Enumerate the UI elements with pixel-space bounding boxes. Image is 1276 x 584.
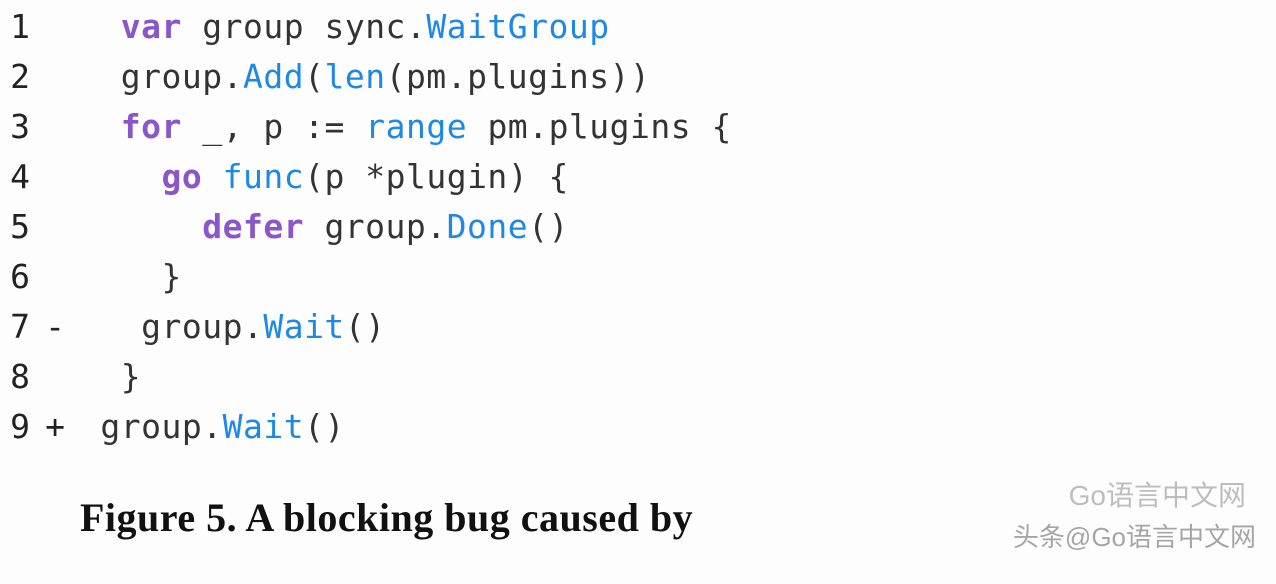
token-id: plugin (386, 157, 508, 196)
token-id: plugins (549, 107, 692, 146)
diff-marker: - (30, 302, 80, 352)
code-content: go func(p *plugin) { (80, 152, 569, 202)
token-pun (182, 107, 202, 146)
line-number: 5 (0, 202, 30, 252)
watermark-text-1: Go语言中文网 (1069, 474, 1246, 514)
token-fn: func (223, 157, 304, 196)
token-kw: defer (202, 207, 304, 246)
code-line: 9+ group.Wait() (0, 402, 1276, 452)
token-id: pm (406, 57, 447, 96)
token-id: group (202, 7, 304, 46)
token-id: group (324, 207, 426, 246)
token-pun (304, 207, 324, 246)
token-pun (202, 157, 222, 196)
code-line: 3 for _, p := range pm.plugins { (0, 102, 1276, 152)
line-number: 2 (0, 52, 30, 102)
code-content: group.Wait() (80, 402, 345, 452)
code-line: 2 group.Add(len(pm.plugins)) (0, 52, 1276, 102)
token-id: group (100, 407, 202, 446)
token-pun: * (345, 157, 386, 196)
token-pun: } (161, 257, 181, 296)
token-kw: go (161, 157, 202, 196)
token-pun: , (223, 107, 264, 146)
token-fn: range (365, 107, 467, 146)
watermark-text-2: 头条@Go语言中文网 (1013, 517, 1256, 554)
code-line: 8 } (0, 352, 1276, 402)
code-content: } (80, 352, 141, 402)
token-fn: Add (243, 57, 304, 96)
token-pun: )) (610, 57, 651, 96)
code-content: } (80, 252, 182, 302)
code-content: defer group.Done() (80, 202, 569, 252)
line-number: 1 (0, 2, 30, 52)
token-id: group (121, 57, 223, 96)
token-pun: . (202, 407, 222, 446)
token-pun (467, 107, 487, 146)
token-fn: len (324, 57, 385, 96)
token-pun: . (243, 307, 263, 346)
token-fn: WaitGroup (426, 7, 609, 46)
token-pun: () (304, 407, 345, 446)
token-pun: . (426, 207, 446, 246)
token-pun: ( (386, 57, 406, 96)
token-fn: Wait (263, 307, 344, 346)
line-number: 8 (0, 352, 30, 402)
token-pun (182, 7, 202, 46)
code-content: group.Add(len(pm.plugins)) (80, 52, 650, 102)
code-block: 1 var group sync.WaitGroup2 group.Add(le… (0, 0, 1276, 452)
token-kw: for (121, 107, 182, 146)
token-pun: . (528, 107, 548, 146)
token-pun: . (406, 7, 426, 46)
code-line: 4 go func(p *plugin) { (0, 152, 1276, 202)
token-id: pm (487, 107, 528, 146)
token-pun: ( (304, 157, 324, 196)
token-pun (304, 7, 324, 46)
line-number: 6 (0, 252, 30, 302)
code-line: 5 defer group.Done() (0, 202, 1276, 252)
code-content: for _, p := range pm.plugins { (80, 102, 732, 152)
diff-marker: + (30, 402, 80, 452)
token-id: p (263, 107, 283, 146)
token-pun: . (447, 57, 467, 96)
token-id: p (324, 157, 344, 196)
token-pun: () (345, 307, 386, 346)
token-pun: := (284, 107, 365, 146)
code-line: 7- group.Wait() (0, 302, 1276, 352)
token-id: _ (202, 107, 222, 146)
token-pun: } (121, 357, 141, 396)
line-number: 4 (0, 152, 30, 202)
code-content: group.Wait() (80, 302, 386, 352)
token-pun: . (223, 57, 243, 96)
token-pun: { (691, 107, 732, 146)
code-line: 6 } (0, 252, 1276, 302)
line-number: 7 (0, 302, 30, 352)
token-pun: () (528, 207, 569, 246)
token-fn: Done (447, 207, 528, 246)
line-number: 3 (0, 102, 30, 152)
token-id: plugins (467, 57, 610, 96)
token-id: sync (324, 7, 405, 46)
token-kw: var (121, 7, 182, 46)
token-fn: Wait (223, 407, 304, 446)
line-number: 9 (0, 402, 30, 452)
token-pun: ) { (508, 157, 569, 196)
token-pun: ( (304, 57, 324, 96)
code-content: var group sync.WaitGroup (80, 2, 610, 52)
token-id: group (141, 307, 243, 346)
code-line: 1 var group sync.WaitGroup (0, 2, 1276, 52)
